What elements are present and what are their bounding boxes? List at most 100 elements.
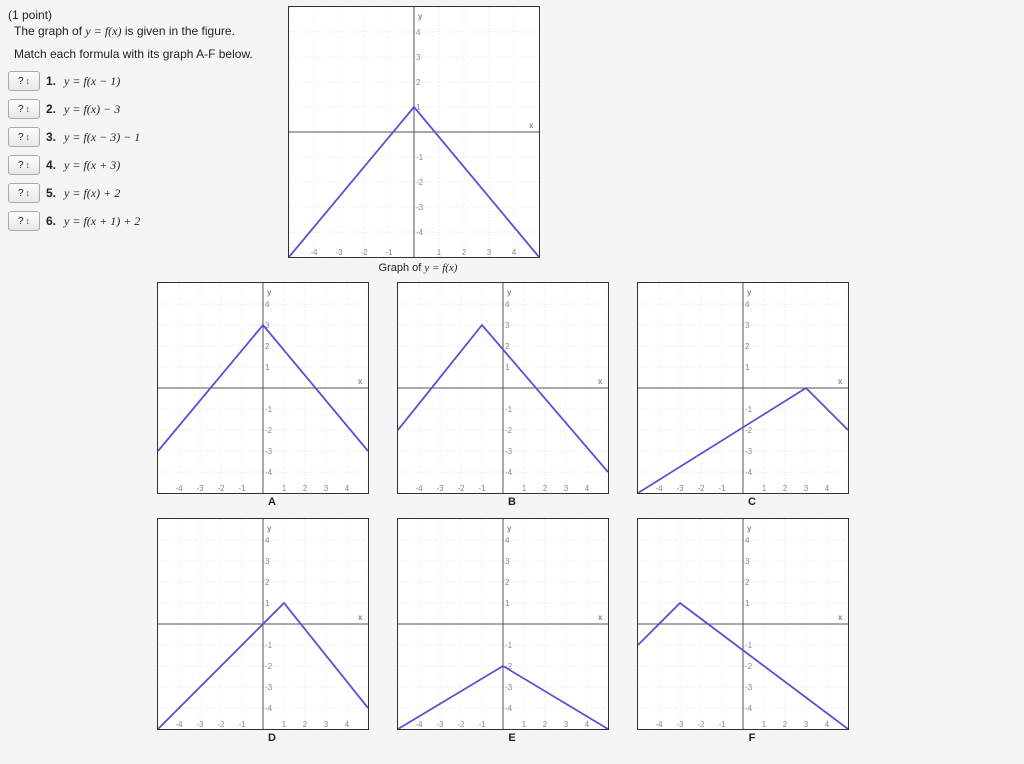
svg-text:x: x [838, 377, 843, 386]
svg-text:2: 2 [783, 484, 788, 493]
svg-text:-2: -2 [505, 426, 513, 435]
svg-text:y: y [418, 12, 423, 21]
question-row: ?3.y = f(x − 3) − 1 [8, 127, 278, 147]
option-graph-B: yx-4-4-3-3-2-2-1-111223344B [397, 282, 627, 508]
svg-text:2: 2 [783, 720, 788, 729]
answer-selector[interactable]: ? [8, 155, 40, 175]
option-graph-label: D [157, 732, 387, 744]
svg-text:-1: -1 [505, 405, 513, 414]
svg-text:1: 1 [745, 599, 750, 608]
svg-text:-3: -3 [265, 683, 273, 692]
svg-text:4: 4 [345, 720, 350, 729]
stem-prefix: The graph of [14, 24, 85, 38]
svg-text:4: 4 [745, 536, 750, 545]
svg-text:4: 4 [585, 484, 590, 493]
question-number: 1. [46, 74, 56, 88]
svg-text:4: 4 [345, 484, 350, 493]
svg-text:-1: -1 [745, 641, 753, 650]
answer-selector[interactable]: ? [8, 71, 40, 91]
svg-text:4: 4 [505, 300, 510, 309]
question-formula: y = f(x + 3) [64, 158, 120, 173]
svg-text:-1: -1 [265, 405, 273, 414]
caption-equation: y = f(x) [424, 262, 457, 274]
svg-text:-1: -1 [416, 153, 424, 162]
svg-text:y: y [267, 288, 272, 297]
svg-text:-4: -4 [175, 720, 183, 729]
question-row: ? 4. y = f(x + 3) [8, 155, 278, 175]
svg-text:-1: -1 [265, 641, 273, 650]
svg-text:-4: -4 [655, 484, 663, 493]
svg-text:-1: -1 [505, 641, 513, 650]
option-graph-E: yx-4-4-3-3-2-2-1-111223344E [397, 518, 627, 744]
svg-text:4: 4 [265, 536, 270, 545]
svg-text:-4: -4 [655, 720, 663, 729]
svg-text:-2: -2 [360, 248, 368, 257]
svg-text:-1: -1 [478, 720, 486, 729]
svg-text:-4: -4 [505, 704, 513, 713]
svg-text:2: 2 [303, 484, 308, 493]
svg-text:-1: -1 [238, 720, 246, 729]
answer-selector[interactable]: ? [8, 99, 40, 119]
svg-text:1: 1 [522, 720, 527, 729]
svg-text:-1: -1 [238, 484, 246, 493]
answer-selector[interactable]: ? [8, 211, 40, 231]
svg-text:2: 2 [745, 342, 750, 351]
option-graph-C: yx-4-4-3-3-2-2-1-111223344C [637, 282, 867, 508]
svg-text:2: 2 [505, 578, 510, 587]
option-graph-label: C [637, 496, 867, 508]
svg-text:-4: -4 [415, 484, 423, 493]
svg-text:-4: -4 [745, 468, 753, 477]
answer-selector[interactable]: ? [8, 183, 40, 203]
svg-text:-3: -3 [745, 683, 753, 692]
svg-text:-4: -4 [505, 468, 513, 477]
option-graph-label: A [157, 496, 387, 508]
svg-text:2: 2 [265, 578, 270, 587]
option-graph-label: B [397, 496, 627, 508]
option-graph-label: F [637, 732, 867, 744]
svg-text:-1: -1 [718, 720, 726, 729]
svg-text:1: 1 [505, 363, 510, 372]
svg-text:-2: -2 [217, 720, 225, 729]
svg-text:-4: -4 [310, 248, 318, 257]
svg-text:-4: -4 [416, 228, 424, 237]
svg-text:1: 1 [762, 720, 767, 729]
svg-text:4: 4 [512, 248, 517, 257]
points-label: (1 point) [8, 8, 278, 22]
svg-text:-4: -4 [175, 484, 183, 493]
main-graph-container: yx-4-4-3-3-2-2-1-111223344 Graph of y = … [288, 6, 548, 274]
svg-text:1: 1 [522, 484, 527, 493]
svg-text:x: x [598, 377, 603, 386]
svg-text:1: 1 [505, 599, 510, 608]
svg-text:4: 4 [505, 536, 510, 545]
svg-text:2: 2 [303, 720, 308, 729]
question-row: ?6.y = f(x + 1) + 2 [8, 211, 278, 231]
stem-equation: y = f(x) [85, 24, 121, 38]
svg-text:3: 3 [505, 321, 510, 330]
svg-text:-4: -4 [265, 468, 273, 477]
svg-text:-1: -1 [478, 484, 486, 493]
question-text-block: (1 point) The graph of y = f(x) is given… [8, 6, 278, 239]
question-number: 4. [46, 158, 56, 172]
svg-text:-2: -2 [265, 426, 273, 435]
question-row: ?1.y = f(x − 1) [8, 71, 278, 91]
svg-text:-1: -1 [718, 484, 726, 493]
svg-text:-2: -2 [457, 484, 465, 493]
svg-text:-3: -3 [335, 248, 343, 257]
svg-text:3: 3 [324, 720, 329, 729]
svg-text:-2: -2 [745, 426, 753, 435]
answer-selector[interactable]: ? [8, 127, 40, 147]
question-number: 2. [46, 102, 56, 116]
svg-text:-3: -3 [436, 484, 444, 493]
svg-text:x: x [598, 613, 603, 622]
svg-text:-2: -2 [265, 662, 273, 671]
svg-text:3: 3 [505, 557, 510, 566]
svg-text:y: y [267, 524, 272, 533]
stem-suffix: is given in the figure. [125, 24, 235, 38]
option-graph-label: E [397, 732, 627, 744]
option-graph-D: yx-4-4-3-3-2-2-1-111223344D [157, 518, 387, 744]
svg-text:-1: -1 [385, 248, 393, 257]
option-graph-A: yx-4-4-3-3-2-2-1-111223344A [157, 282, 387, 508]
question-stem: The graph of y = f(x) is given in the fi… [14, 24, 278, 39]
caption-prefix: Graph of [379, 262, 425, 274]
svg-text:-2: -2 [457, 720, 465, 729]
